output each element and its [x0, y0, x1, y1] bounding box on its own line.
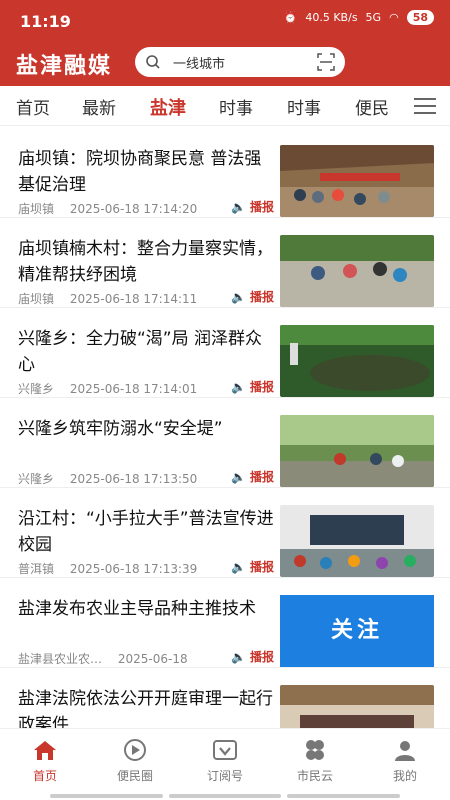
news-time: 2025-06-18 — [117, 652, 188, 666]
news-time: 2025-06-18 17:14:20 — [69, 202, 198, 216]
search-input[interactable]: 一线城市 — [173, 53, 317, 72]
tab-services[interactable]: 便民 — [355, 94, 389, 119]
speaker-icon: 🔈 — [231, 649, 246, 664]
home-indicator — [50, 794, 401, 798]
speaker-icon: 🔈 — [231, 289, 246, 304]
scan-icon[interactable] — [317, 53, 335, 71]
tab-yanjin[interactable]: 盐津 — [150, 94, 186, 120]
news-source: 兴隆乡 — [18, 382, 55, 396]
news-meta: 兴隆乡 2025-06-18 17:13:50 🔈 播报 — [18, 470, 278, 487]
news-title: 兴隆乡筑牢防溺水“安全堤” — [18, 419, 223, 439]
news-thumbnail — [280, 685, 434, 728]
news-thumbnail — [280, 235, 434, 307]
broadcast-button[interactable]: 🔈 播报 — [231, 648, 274, 665]
news-time: 2025-06-18 17:14:01 — [69, 382, 198, 396]
tab-latest[interactable]: 最新 — [82, 94, 116, 119]
news-item[interactable]: 盐津发布农业主导品种主推技术 盐津县农业农… 2025-06-18 🔈 播报 关注 — [0, 578, 450, 668]
broadcast-label: 播报 — [249, 380, 274, 394]
news-time: 2025-06-18 17:13:50 — [69, 472, 198, 486]
news-source: 兴隆乡 — [18, 472, 55, 486]
search-bar[interactable]: 一线城市 — [135, 47, 345, 77]
play-circle-icon — [124, 739, 146, 761]
news-title: 盐津法院依法公开开庭审理一起行政案件 — [18, 689, 273, 728]
news-time: 2025-06-18 17:14:11 — [69, 292, 198, 306]
nav-label: 便民圈 — [116, 769, 153, 783]
broadcast-label: 播报 — [249, 650, 274, 664]
news-item[interactable]: 庙坝镇：院坝协商聚民意 普法强基促治理 庙坝镇 2025-06-18 17:14… — [0, 128, 450, 218]
broadcast-button[interactable]: 🔈 播报 — [231, 198, 274, 215]
news-meta: 盐津县农业农… 2025-06-18 🔈 播报 — [18, 650, 278, 667]
nav-home[interactable]: 首页 — [0, 739, 90, 784]
news-title: 沿江村：“小手拉大手”普法宣传进校园 — [18, 509, 274, 555]
tab-current-affairs-2[interactable]: 时事 — [287, 94, 321, 119]
broadcast-label: 播报 — [249, 290, 274, 304]
news-title: 庙坝镇：院坝协商聚民意 普法强基促治理 — [18, 149, 262, 195]
news-thumbnail — [280, 415, 434, 487]
news-source: 普洱镇 — [18, 562, 55, 576]
nav-label: 首页 — [32, 769, 57, 783]
news-thumbnail — [280, 325, 434, 397]
nav-citizen-cloud[interactable]: 市民云 — [270, 739, 360, 784]
news-thumbnail — [280, 145, 434, 217]
news-meta: 兴隆乡 2025-06-18 17:14:01 🔈 播报 — [18, 380, 278, 397]
wifi-icon: ◠ — [389, 11, 399, 24]
brand-title: 盐津融媒 — [16, 54, 113, 79]
news-meta: 普洱镇 2025-06-18 17:13:39 🔈 播报 — [18, 560, 278, 577]
news-source: 庙坝镇 — [18, 292, 55, 306]
net-speed: 40.5 KB/s — [305, 11, 358, 24]
status-bar: 11:19 ⏰ 40.5 KB/s 5G ◠ 58 — [0, 0, 450, 40]
status-icons: ⏰ 40.5 KB/s 5G ◠ 58 — [284, 10, 434, 25]
speaker-icon: 🔈 — [231, 469, 246, 484]
news-item[interactable]: 庙坝镇楠木村：整合力量察实情，精准帮扶纾困境 庙坝镇 2025-06-18 17… — [0, 218, 450, 308]
news-title: 盐津发布农业主导品种主推技术 — [18, 599, 256, 619]
nav-mine[interactable]: 我的 — [360, 739, 450, 784]
nav-label: 订阅号 — [206, 769, 243, 783]
news-thumbnail — [280, 505, 434, 577]
search-icon — [146, 55, 160, 69]
broadcast-label: 播报 — [249, 470, 274, 484]
speaker-icon: 🔈 — [231, 379, 246, 394]
news-source: 庙坝镇 — [18, 202, 55, 216]
person-icon — [395, 741, 415, 761]
news-title: 庙坝镇楠木村：整合力量察实情，精准帮扶纾困境 — [18, 239, 273, 285]
broadcast-button[interactable]: 🔈 播报 — [231, 468, 274, 485]
nav-label: 市民云 — [296, 769, 333, 783]
alarm-icon: ⏰ — [283, 11, 298, 24]
follow-thumbnail: 关注 — [280, 595, 434, 667]
clover-icon — [306, 740, 324, 760]
battery-badge: 58 — [406, 10, 434, 25]
signal-label: 5G — [365, 11, 382, 24]
nav-subscriptions[interactable]: 订阅号 — [180, 739, 270, 784]
speaker-icon: 🔈 — [231, 559, 246, 574]
home-icon — [34, 741, 56, 760]
news-meta: 庙坝镇 2025-06-18 17:14:11 🔈 播报 — [18, 290, 278, 307]
news-meta: 庙坝镇 2025-06-18 17:14:20 🔈 播报 — [18, 200, 278, 217]
news-title: 兴隆乡：全力破“渴”局 润泽群众心 — [18, 329, 263, 375]
nav-label: 我的 — [392, 769, 417, 783]
channel-tabs: 首页 最新 盐津 时事 时事 便民 — [0, 86, 450, 126]
heart-badge-icon — [213, 740, 237, 760]
app-header: 11:19 ⏰ 40.5 KB/s 5G ◠ 58 盐津融媒 一线城市 — [0, 0, 450, 86]
broadcast-button[interactable]: 🔈 播报 — [231, 378, 274, 395]
news-time: 2025-06-18 17:13:39 — [69, 562, 198, 576]
broadcast-label: 播报 — [249, 200, 274, 214]
news-item[interactable]: 沿江村：“小手拉大手”普法宣传进校园 普洱镇 2025-06-18 17:13:… — [0, 488, 450, 578]
news-source: 盐津县农业农… — [18, 652, 103, 666]
news-list: 庙坝镇：院坝协商聚民意 普法强基促治理 庙坝镇 2025-06-18 17:14… — [0, 128, 450, 728]
status-time: 11:19 — [20, 12, 71, 31]
news-item[interactable]: 兴隆乡筑牢防溺水“安全堤” 兴隆乡 2025-06-18 17:13:50 🔈 播… — [0, 398, 450, 488]
tab-home[interactable]: 首页 — [16, 94, 50, 119]
speaker-icon: 🔈 — [231, 199, 246, 214]
news-item[interactable]: 兴隆乡：全力破“渴”局 润泽群众心 兴隆乡 2025-06-18 17:14:0… — [0, 308, 450, 398]
tab-current-affairs[interactable]: 时事 — [219, 94, 253, 119]
bottom-nav: 首页 便民圈 订阅号 市民云 我的 — [0, 728, 450, 800]
broadcast-button[interactable]: 🔈 播报 — [231, 288, 274, 305]
menu-icon[interactable] — [414, 98, 436, 114]
broadcast-button[interactable]: 🔈 播报 — [231, 558, 274, 575]
news-item[interactable]: 盐津法院依法公开开庭审理一起行政案件 — [0, 668, 450, 728]
broadcast-label: 播报 — [249, 560, 274, 574]
nav-convenience[interactable]: 便民圈 — [90, 739, 180, 784]
